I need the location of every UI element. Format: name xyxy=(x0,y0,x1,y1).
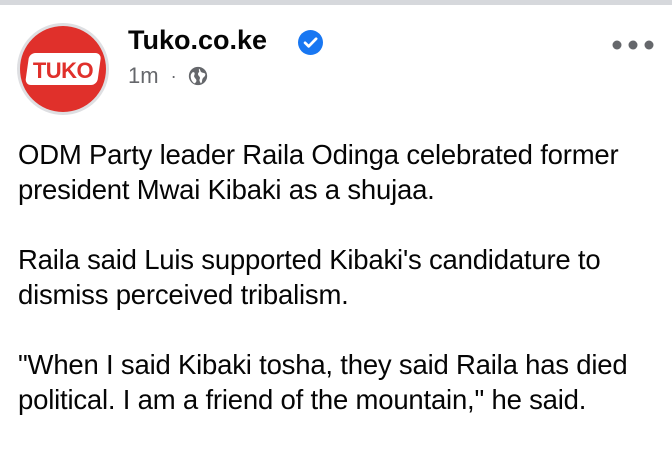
post-paragraph: ODM Party leader Raila Odinga celebrated… xyxy=(18,139,619,205)
more-options-icon[interactable] xyxy=(610,37,656,53)
post-paragraph: "When I said Kibaki tosha, they said Rai… xyxy=(18,349,628,415)
page-name-link[interactable]: Tuko.co.ke xyxy=(128,24,267,56)
post-timestamp[interactable]: 1m xyxy=(128,63,159,89)
tuko-logo-mark: TUKO xyxy=(25,53,101,85)
post-body: ODM Party leader Raila Odinga celebrated… xyxy=(18,137,668,452)
logo-text: TUKO xyxy=(33,58,94,83)
tuko-logo: TUKO xyxy=(20,26,106,112)
meta-separator: · xyxy=(170,65,177,86)
post-paragraph: Raila said Luis supported Kibaki's candi… xyxy=(18,244,601,310)
globe-icon[interactable] xyxy=(187,65,209,87)
post-meta: 1m · xyxy=(128,61,209,91)
page-avatar[interactable]: TUKO xyxy=(17,23,109,115)
verified-badge-icon xyxy=(298,30,323,55)
